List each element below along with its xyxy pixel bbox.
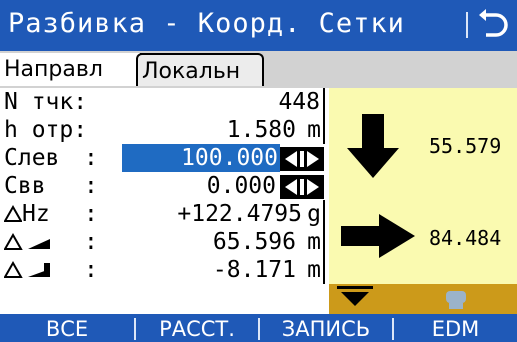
field-delta-hz-row: Hz : +122.4795 g bbox=[0, 200, 329, 228]
field-divider bbox=[323, 116, 325, 144]
field-delta-height-label bbox=[3, 256, 54, 284]
move-down-arrow-icon bbox=[347, 114, 399, 178]
field-offset-right-value[interactable]: 0.000 bbox=[160, 172, 276, 200]
field-divider bbox=[323, 256, 325, 284]
delta-horizontal-distance-icon bbox=[3, 232, 50, 250]
field-point-value: 448 bbox=[278, 89, 320, 115]
move-right-arrow-icon bbox=[341, 214, 415, 258]
field-target-height-row[interactable]: h отр: 1.580 m bbox=[0, 116, 329, 144]
unit-gon: g bbox=[307, 201, 321, 227]
softkey-edm[interactable]: EDM bbox=[394, 314, 517, 342]
unit-meters: m bbox=[307, 117, 321, 143]
return-arrow-icon bbox=[479, 9, 508, 37]
softkey-distance[interactable]: РАССТ. bbox=[136, 314, 258, 342]
field-offset-left-value[interactable]: 100.000 bbox=[122, 144, 280, 172]
tab-direction[interactable]: Направл bbox=[0, 53, 142, 86]
field-target-height-label: h отр: bbox=[4, 117, 88, 143]
tab-local[interactable]: Локальн bbox=[136, 53, 264, 86]
field-divider bbox=[323, 200, 325, 228]
delta-height-icon bbox=[3, 260, 50, 278]
delta-icon bbox=[3, 204, 23, 222]
offset-left-stepper[interactable] bbox=[280, 147, 324, 171]
colon: : bbox=[84, 229, 98, 255]
title-separator bbox=[466, 12, 468, 38]
screen-title: Разбивка - Коорд. Сетки bbox=[8, 8, 405, 39]
title-bar: Разбивка - Коорд. Сетки bbox=[0, 0, 517, 51]
field-point-row: N тчк: 448 bbox=[0, 88, 329, 116]
field-delta-height-value: -8.171 bbox=[212, 257, 296, 283]
left-right-arrows-icon bbox=[285, 179, 319, 195]
colon: : bbox=[84, 173, 98, 199]
softkey-record[interactable]: ЗАПИСЬ bbox=[260, 314, 392, 342]
field-delta-hz-value: +122.4795 bbox=[177, 201, 302, 227]
field-offset-right-row[interactable]: Свв : 0.000 bbox=[0, 172, 329, 200]
graphic-right-value: 84.484 bbox=[429, 226, 502, 250]
field-divider bbox=[323, 228, 325, 256]
field-delta-height-row: : -8.171 m bbox=[0, 256, 329, 284]
offset-right-stepper[interactable] bbox=[280, 175, 324, 199]
field-offset-right-label: Свв bbox=[4, 173, 46, 199]
field-divider bbox=[323, 88, 325, 116]
left-right-arrows-icon bbox=[285, 151, 319, 167]
unit-meters: m bbox=[307, 229, 321, 255]
field-delta-distance-label bbox=[3, 228, 54, 256]
field-target-height-value[interactable]: 1.580 bbox=[150, 116, 296, 144]
stakeout-screen: Разбивка - Коорд. Сетки Направл Локальн … bbox=[0, 0, 517, 342]
field-point-label: N тчк: bbox=[4, 89, 88, 115]
field-delta-distance-value: 65.596 bbox=[212, 229, 296, 255]
tab-bar: Направл Локальн bbox=[0, 51, 517, 88]
softkey-all[interactable]: ВСЕ bbox=[0, 314, 134, 342]
colon: : bbox=[84, 201, 98, 227]
field-delta-hz-label: Hz bbox=[3, 200, 50, 228]
colon: : bbox=[84, 257, 98, 283]
softkey-bar: ВСЕ РАССТ. ЗАПИСЬ EDM bbox=[0, 314, 517, 342]
graphic-down-value: 55.579 bbox=[429, 134, 502, 158]
back-button[interactable] bbox=[474, 7, 510, 43]
unit-meters: m bbox=[307, 257, 321, 283]
target-down-marker-icon bbox=[337, 286, 373, 306]
prism-icon bbox=[446, 291, 466, 309]
field-offset-left-row[interactable]: Слев : 100.000 bbox=[0, 144, 329, 172]
field-delta-distance-row: : 65.596 m bbox=[0, 228, 329, 256]
stakeout-graphic: 55.579 84.484 bbox=[329, 88, 517, 306]
colon: : bbox=[84, 145, 98, 171]
field-list: N тчк: 448 h отр: 1.580 m Слев : 100.000 bbox=[0, 88, 329, 314]
field-offset-left-label: Слев bbox=[4, 145, 60, 171]
ground-band bbox=[329, 284, 517, 314]
